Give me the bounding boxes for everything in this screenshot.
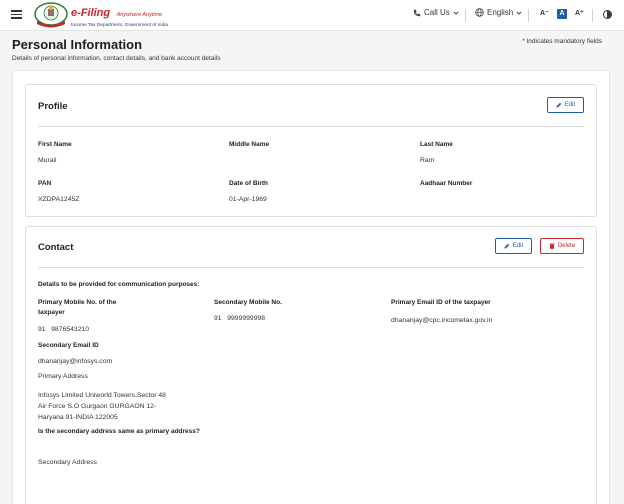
address-line: Air Force S.O Gurgaon GURGAON 12- [38,403,157,410]
primary-mobile-label: Primary Mobile No. of the taxpayer [38,298,116,318]
primary-mobile-value: 91 9876543210 [38,325,89,334]
emblem-logo[interactable] [33,2,69,28]
primary-mobile-label-line1: Primary Mobile No. of the [38,299,117,306]
first-name-value: Murali [38,157,57,164]
globe-icon [475,8,484,17]
first-name-label: First Name [38,141,72,148]
edit-label: Edit [564,102,576,108]
middle-name-label: Middle Name [229,141,270,148]
primary-email-label: Primary Email ID of the taxpayer [391,299,491,306]
trash-icon [549,243,555,249]
phone-icon [413,9,421,16]
brand-title: e-Filing [71,7,111,19]
brand-tagline: Anywhere Anytime [116,12,163,18]
contact-delete-button[interactable]: Delete [540,238,584,254]
secondary-mobile-value: 91 9999999998 [214,314,265,323]
aadhaar-label: Aadhaar Number [420,180,473,187]
address-line: Haryana 91-INDIA 122005 [38,414,118,421]
contact-card: Contact Edit Delete Details to be provid… [25,226,597,504]
communication-heading: Details to be provided for communication… [38,281,200,288]
language-select[interactable]: English [475,8,522,17]
page-title: Personal Information [12,37,143,52]
language-label: English [487,8,514,17]
profile-card: Profile Edit First Name Murali Middle Na… [25,84,597,217]
primary-address-label: Primary Address [38,373,88,380]
last-name-value: Ram [420,157,435,164]
primary-mobile-label-line2: taxpayer [38,309,65,316]
divider [38,267,584,268]
dob-label: Date of Birth [229,180,268,187]
delete-label: Delete [557,243,576,249]
mandatory-note-text: Indicates mandatory fields [526,38,602,45]
mandatory-note: * Indicates mandatory fields [522,38,602,45]
address-line: Infosys Limited Uniworld Towers,Sector 4… [38,392,166,399]
pencil-icon [556,102,562,108]
font-default-button[interactable]: A [557,9,567,19]
primary-mobile-number: 9876543210 [51,326,90,333]
chevron-down-icon [453,11,459,15]
dob-value: 01-Apr-1969 [229,196,267,203]
divider [592,9,593,22]
brand-block: e-Filing Anywhere Anytime Income Tax Dep… [71,3,168,28]
divider [465,9,466,22]
secondary-email-label: Secondary Email ID [38,342,99,349]
contact-title: Contact [38,242,74,253]
menu-icon[interactable] [11,10,22,19]
font-decrease-button[interactable]: A⁻ [540,9,549,17]
primary-email-value: dhananjay@cpc.incometax.gov.in [391,317,493,324]
call-us-menu[interactable]: Call Us [413,8,459,17]
secondary-address-label: Secondary Address [38,459,97,466]
pan-value: XZDPA1245Z [38,196,80,203]
contrast-icon[interactable] [603,10,612,19]
divider [38,126,584,127]
call-us-label: Call Us [424,8,450,17]
pencil-icon [504,243,510,249]
profile-title: Profile [38,101,68,112]
brand-subtitle: Income Tax Department, Government of Ind… [71,23,168,28]
required-star: * [522,38,525,45]
last-name-label: Last Name [420,141,453,148]
divider [528,9,529,22]
chevron-down-icon [516,11,522,15]
same-address-question: Is the secondary address same as primary… [38,428,200,435]
top-header: e-Filing Anywhere Anytime Income Tax Dep… [0,0,624,31]
secondary-email-value: dhananjay@infosys.com [38,358,113,365]
secondary-mobile-number: 9999999998 [227,315,266,322]
font-increase-button[interactable]: A⁺ [575,9,584,17]
secondary-mobile-code: 91 [214,315,222,322]
edit-label: Edit [512,243,524,249]
page-subtitle: Details of personal information, contact… [12,55,221,62]
profile-edit-button[interactable]: Edit [547,97,584,113]
pan-label: PAN [38,180,52,187]
contact-edit-button[interactable]: Edit [495,238,532,254]
primary-mobile-code: 91 [38,326,46,333]
secondary-mobile-label: Secondary Mobile No. [214,299,282,306]
